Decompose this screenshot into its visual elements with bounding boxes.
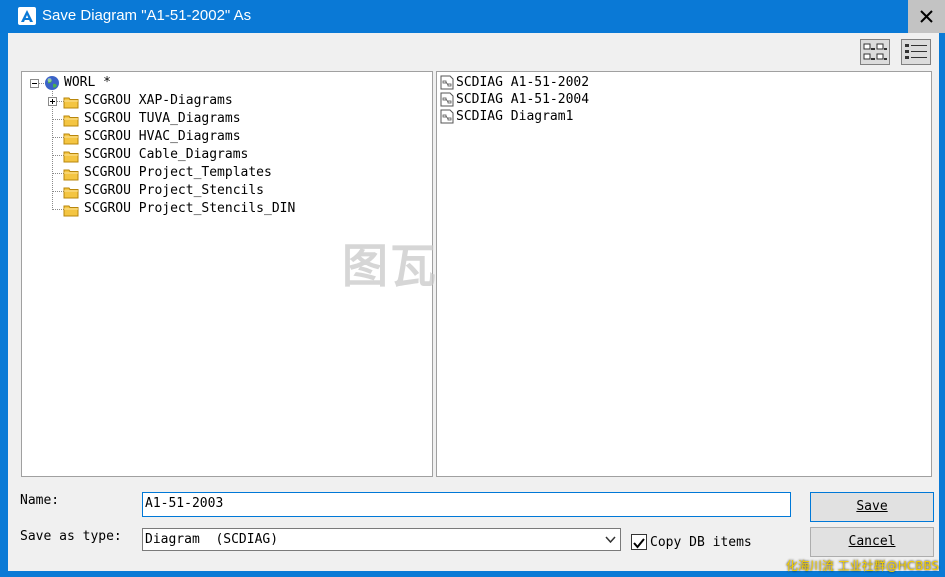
root-collapse-toggle[interactable] [30, 79, 39, 88]
diagram-file-icon [440, 75, 454, 90]
diagram-file-icon [440, 109, 454, 124]
file-icon-wrap [440, 109, 454, 128]
details-view-button[interactable] [901, 39, 931, 65]
type-label: Save as type: [20, 529, 122, 544]
save-button[interactable]: Save [810, 492, 934, 522]
folder-icon [63, 115, 79, 127]
tree-item[interactable]: SCGROU XAP-Diagrams [84, 92, 233, 110]
name-label: Name: [20, 493, 60, 508]
copy-db-items-label[interactable]: Copy DB items [650, 535, 752, 550]
checkmark-icon [633, 538, 645, 549]
large-icons-view-icon [863, 43, 887, 60]
folder-icon-wrap [63, 184, 79, 203]
folder-icon [63, 205, 79, 217]
folder-icon [63, 133, 79, 145]
save-as-type-select[interactable]: Diagram (SCDIAG) [142, 528, 621, 551]
folder-icon [63, 97, 79, 109]
close-icon [920, 10, 933, 23]
folder-icon-wrap [63, 202, 79, 221]
file-list-item[interactable]: SCDIAG A1-51-2002 [456, 74, 589, 92]
file-list-item[interactable]: SCDIAG A1-51-2004 [456, 91, 589, 109]
copy-db-items-checkbox[interactable] [631, 534, 647, 550]
tree-item[interactable]: SCGROU TUVA_Diagrams [84, 110, 241, 128]
watermark-text: 图瓦 [342, 239, 438, 293]
folder-icon-wrap [63, 148, 79, 167]
title-bar[interactable]: Save Diagram "A1-51-2002" As [0, 0, 945, 33]
diagram-file-icon [440, 92, 454, 107]
dialog-body: WORL * SCGROU XAP-Diagrams SCGROU TUVA_Di… [8, 33, 939, 571]
globe-icon [45, 76, 59, 90]
chevron-down-icon [605, 536, 616, 543]
folder-icon [63, 169, 79, 181]
cancel-button[interactable]: Cancel [810, 527, 934, 557]
file-list[interactable]: SCDIAG A1-51-2002 SCDIAG A1-51-2004 SCDIAG… [436, 71, 932, 477]
cancel-button-label: Cancel [848, 534, 896, 549]
details-view-icon [905, 44, 927, 59]
name-input[interactable]: A1-51-2003 [142, 492, 791, 517]
folder-icon [63, 151, 79, 163]
expand-toggle[interactable] [48, 97, 57, 106]
folder-icon-wrap [63, 130, 79, 149]
save-button-label: Save [856, 499, 888, 514]
folder-icon [63, 187, 79, 199]
folder-icon-wrap [63, 94, 79, 113]
tree-item[interactable]: SCGROU Project_Stencils_DIN [84, 200, 295, 218]
tree-item[interactable]: SCGROU Project_Templates [84, 164, 272, 182]
window-title: Save Diagram "A1-51-2002" As [42, 7, 252, 24]
tree-item[interactable]: SCGROU HVAC_Diagrams [84, 128, 241, 146]
tree-root-label[interactable]: WORL * [64, 74, 111, 92]
type-select-value: Diagram (SCDIAG) [145, 532, 279, 547]
credit-text: 化海川流 工业社群@HCBBS [785, 559, 939, 573]
large-icons-view-button[interactable] [860, 39, 890, 65]
folder-icon-wrap [63, 112, 79, 131]
app-icon [18, 7, 36, 25]
close-button[interactable] [908, 0, 945, 33]
save-diagram-dialog: Save Diagram "A1-51-2002" As WORL * SCGR… [0, 0, 945, 577]
tree-item[interactable]: SCGROU Project_Stencils [84, 182, 264, 200]
file-list-item[interactable]: SCDIAG Diagram1 [456, 108, 573, 126]
folder-icon-wrap [63, 166, 79, 185]
tree-item[interactable]: SCGROU Cable_Diagrams [84, 146, 248, 164]
